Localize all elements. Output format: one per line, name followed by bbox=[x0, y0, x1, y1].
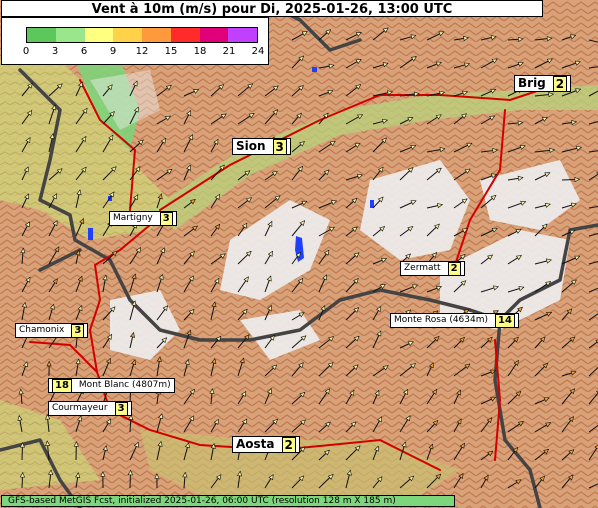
legend-swatch bbox=[84, 28, 114, 42]
place-label-aosta: Aosta 2 bbox=[232, 436, 300, 453]
legend-tick-label: 0 bbox=[22, 46, 30, 57]
wind-value-badge: 3 bbox=[272, 138, 287, 155]
place-label-courmayeur: Courmayeur 3 bbox=[48, 401, 132, 416]
legend-tick-label: 9 bbox=[109, 46, 117, 57]
wind-speed-legend: 0 3 6 9 12 15 18 21 24 bbox=[1, 17, 269, 65]
legend-swatch bbox=[170, 28, 200, 42]
place-label-zermatt: Zermatt 2 bbox=[400, 261, 465, 276]
legend-tick-label: 12 bbox=[135, 46, 149, 57]
place-name: Aosta bbox=[236, 437, 275, 451]
legend-color-bar bbox=[26, 27, 258, 43]
wind-value-badge: 3 bbox=[159, 211, 173, 226]
legend-tick-label: 15 bbox=[164, 46, 178, 57]
wind-value-badge: 3 bbox=[114, 401, 128, 416]
legend-swatch bbox=[55, 28, 85, 42]
place-label-sion: Sion 3 bbox=[232, 138, 291, 155]
place-name: Chamonix bbox=[19, 325, 65, 335]
wind-value-badge: 2 bbox=[447, 261, 461, 276]
legend-tick-label: 3 bbox=[51, 46, 59, 57]
place-name: Sion bbox=[236, 139, 266, 153]
legend-swatch bbox=[142, 28, 171, 42]
forecast-credit: GFS-based MetGIS Fcst, initialized 2025-… bbox=[1, 495, 455, 507]
place-label-monte-rosa: Monte Rosa (4634m) 14 bbox=[390, 313, 519, 328]
legend-swatch bbox=[228, 28, 257, 42]
legend-tick-label: 6 bbox=[80, 46, 88, 57]
wind-value-badge: 2 bbox=[552, 75, 568, 92]
place-label-chamonix: Chamonix 3 bbox=[15, 323, 89, 338]
legend-tick-label: 18 bbox=[193, 46, 207, 57]
place-label-mont-blanc: Mont Blanc (4807m) 18 bbox=[48, 378, 175, 393]
map-title: Vent à 10m (m/s) pour Di, 2025-01-26, 13… bbox=[1, 0, 543, 17]
legend-tick-label: 21 bbox=[222, 46, 236, 57]
place-label-brig: Brig 2 bbox=[514, 75, 572, 92]
legend-swatch bbox=[113, 28, 142, 42]
place-name: Martigny bbox=[113, 213, 153, 223]
place-name: Mont Blanc (4807m) bbox=[78, 380, 171, 390]
wind-value-badge: 2 bbox=[281, 436, 296, 453]
wind-value-badge: 3 bbox=[71, 323, 85, 338]
place-label-martigny: Martigny 3 bbox=[109, 211, 177, 226]
legend-swatch bbox=[199, 28, 229, 42]
place-name: Brig bbox=[518, 76, 546, 90]
wind-value-badge: 18 bbox=[52, 378, 72, 393]
legend-tick-label: 24 bbox=[251, 46, 265, 57]
wind-value-badge: 14 bbox=[495, 313, 515, 328]
place-name: Monte Rosa (4634m) bbox=[394, 315, 489, 325]
legend-ticks: 0 3 6 9 12 15 18 21 24 bbox=[16, 46, 268, 58]
terrain-map bbox=[0, 0, 598, 508]
legend-swatch bbox=[27, 28, 56, 42]
place-name: Courmayeur bbox=[52, 403, 108, 413]
place-name: Zermatt bbox=[404, 263, 441, 273]
